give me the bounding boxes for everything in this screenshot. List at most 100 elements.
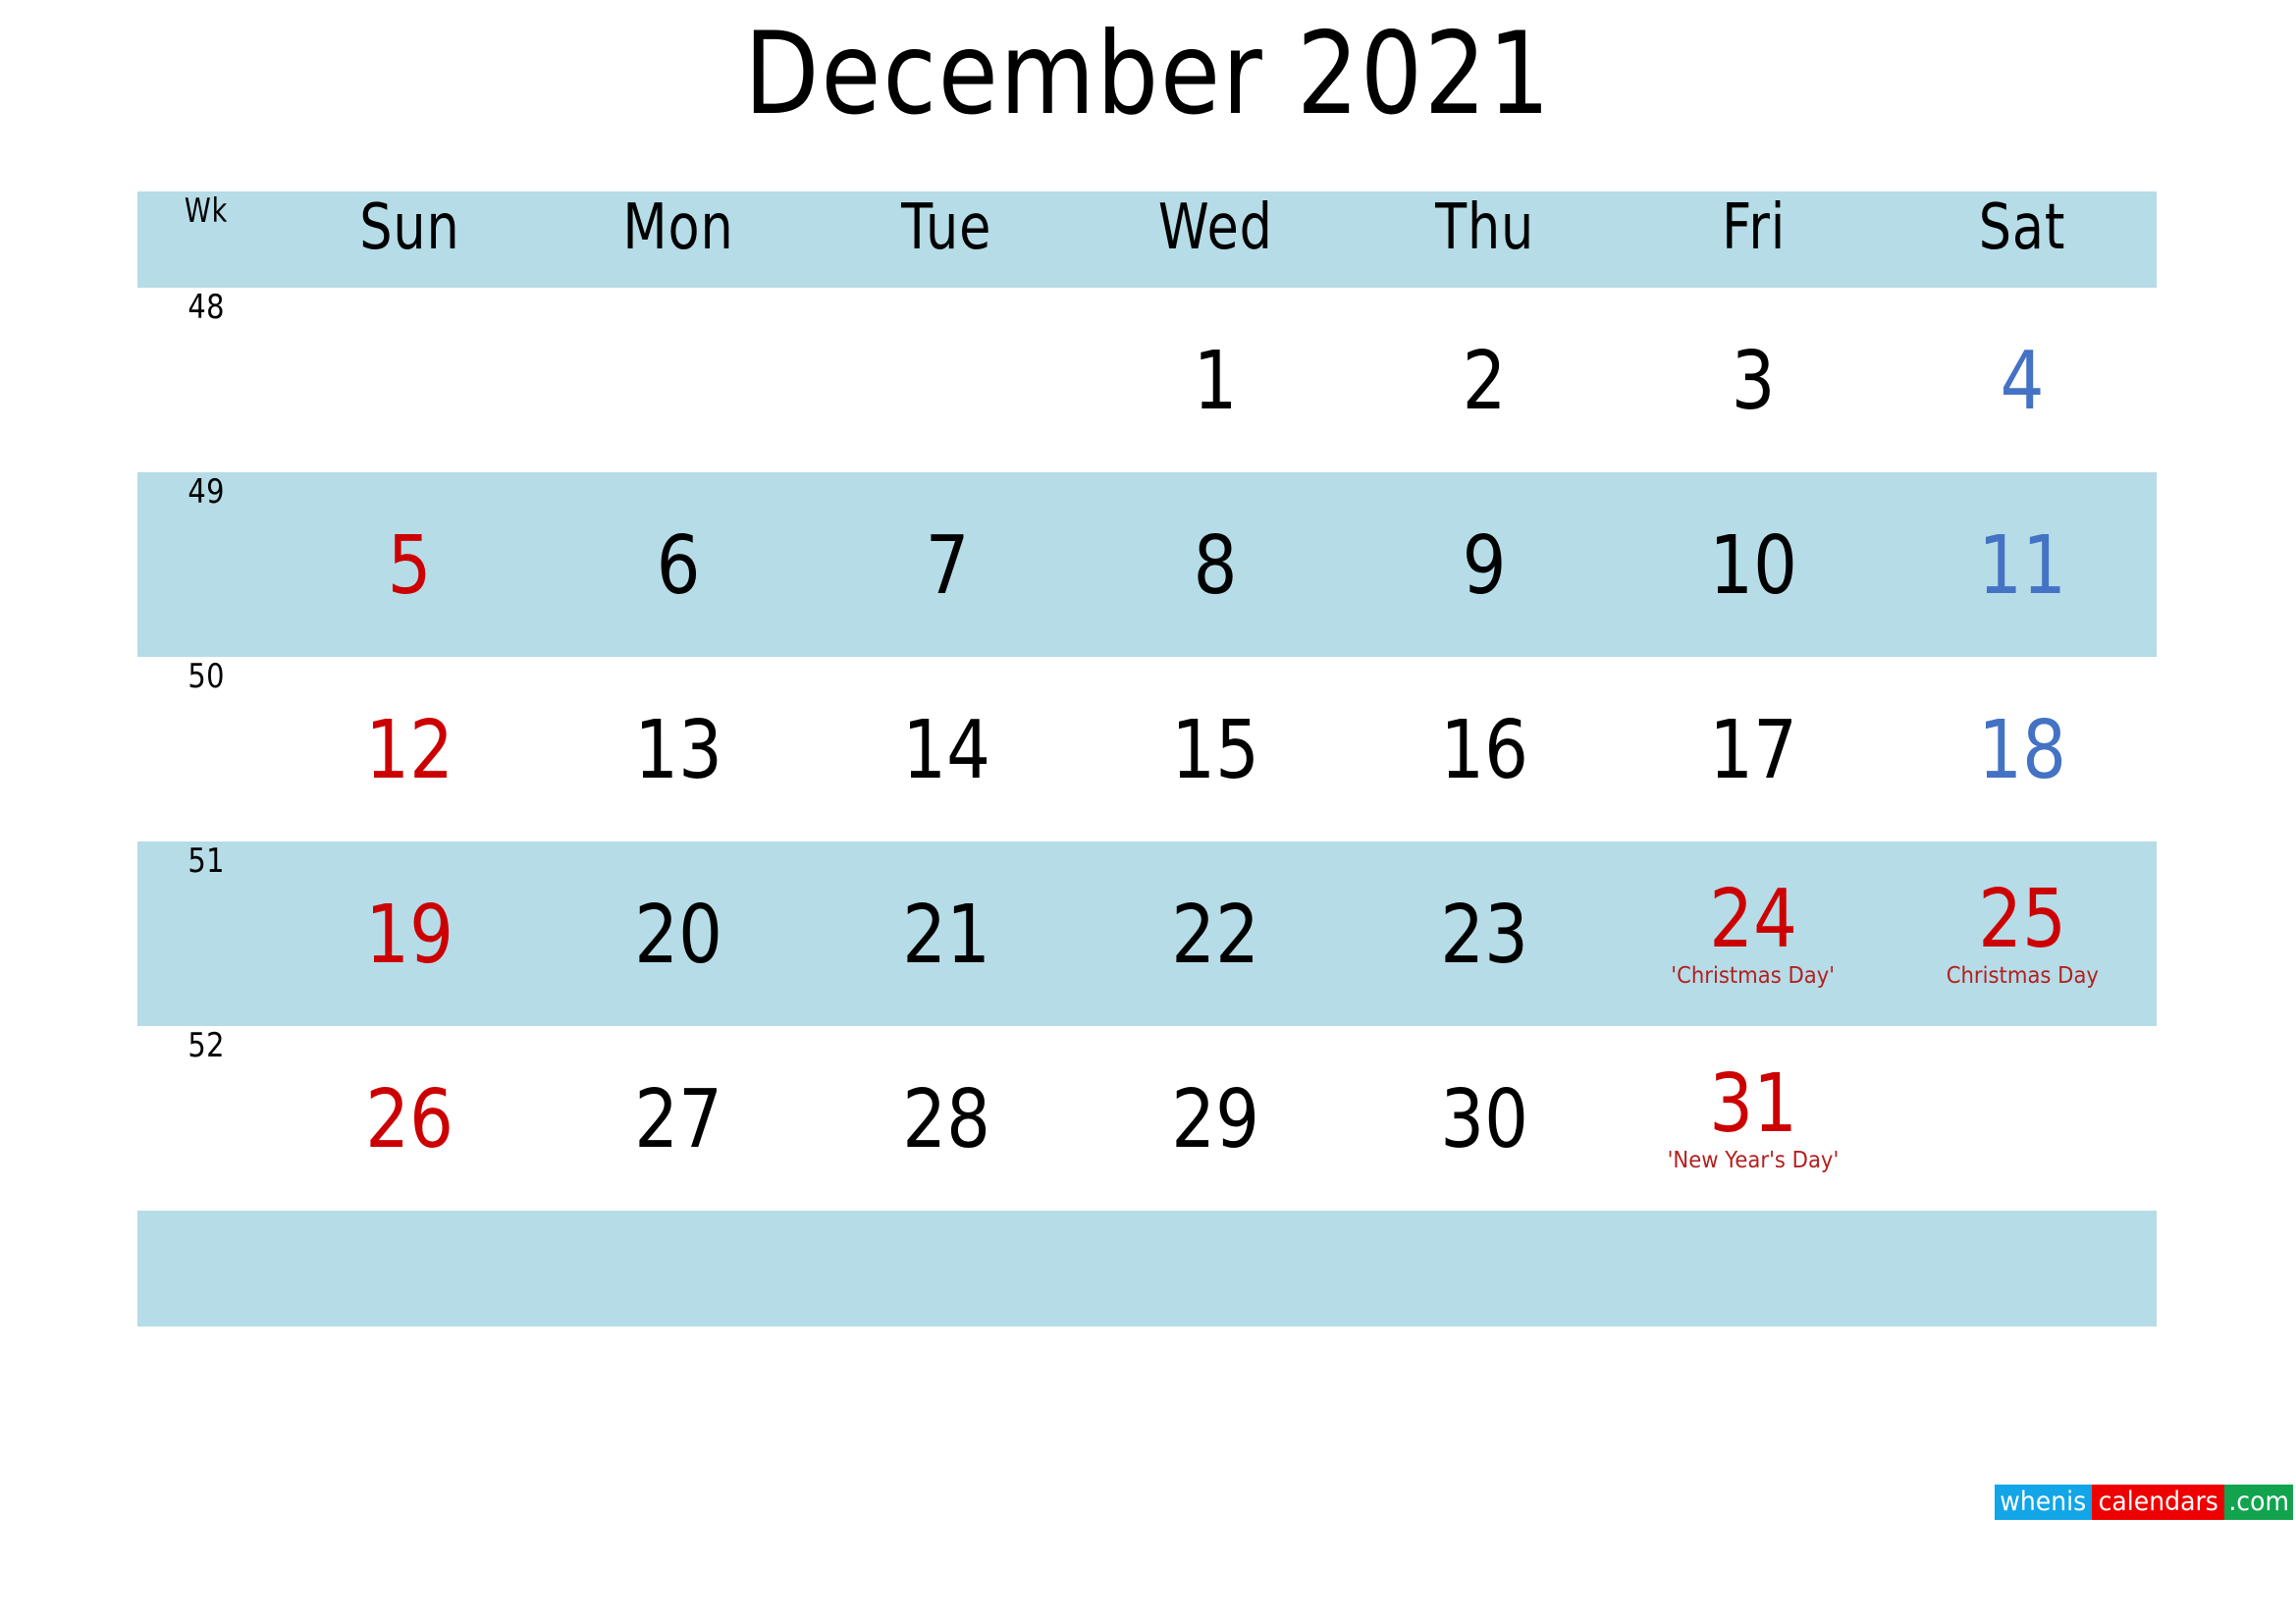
calendar-body: 48 1 2 3 4 49 5 6 7 8 9 10 11 50 12 13 14 15 16 17 18 51 19 20 2… xyxy=(137,288,2157,1211)
day-cell-tue[interactable]: 14 xyxy=(813,657,1082,841)
day-cell-content: 1 xyxy=(1082,288,1351,472)
weekday-header-fri-label: Fri xyxy=(1721,191,1786,264)
day-cell-content: 26 xyxy=(275,1026,544,1211)
trailing-cell-wed xyxy=(1082,1211,1351,1326)
day-cell-tue[interactable]: 21 xyxy=(813,841,1082,1026)
site-logo-red-text: calendars xyxy=(2098,1487,2218,1517)
day-cell-content: 29 xyxy=(1082,1026,1351,1211)
day-cell-thu[interactable]: 16 xyxy=(1350,657,1619,841)
day-cell-content: 23 xyxy=(1350,841,1619,1026)
day-cell-content: 6 xyxy=(544,472,813,657)
day-number: 2 xyxy=(1462,335,1507,429)
day-number: 27 xyxy=(633,1073,722,1167)
day-cell-fri[interactable]: 3 xyxy=(1619,288,1888,472)
day-cell-sun xyxy=(275,288,544,472)
site-logo-green-text: .com xyxy=(2228,1487,2289,1517)
site-logo-part-green: .com xyxy=(2223,1485,2294,1520)
day-cell-tue xyxy=(813,288,1082,472)
day-cell-content: 15 xyxy=(1082,657,1351,841)
day-cell-sun[interactable]: 19 xyxy=(275,841,544,1026)
week-number-cell: 52 xyxy=(137,1026,275,1211)
holiday-note: 'Christmas Day' xyxy=(1671,963,1836,990)
day-cell-sat[interactable]: 25 Christmas Day xyxy=(1888,841,2157,1026)
day-cell-sat[interactable]: 4 xyxy=(1888,288,2157,472)
day-cell-sun[interactable]: 26 xyxy=(275,1026,544,1211)
site-logo-part-red: calendars xyxy=(2091,1485,2224,1520)
weekday-header-thu: Thu xyxy=(1350,191,1619,288)
site-logo-blue-text: whenis xyxy=(2000,1487,2087,1517)
day-cell-sun[interactable]: 5 xyxy=(275,472,544,657)
day-cell-sat[interactable]: 18 xyxy=(1888,657,2157,841)
holiday-note: Christmas Day xyxy=(1946,963,2099,990)
day-cell-content: 27 xyxy=(544,1026,813,1211)
day-cell-fri[interactable]: 24 'Christmas Day' xyxy=(1619,841,1888,1026)
day-cell-content: 28 xyxy=(813,1026,1082,1211)
day-cell-wed[interactable]: 15 xyxy=(1082,657,1351,841)
day-cell-content: 14 xyxy=(813,657,1082,841)
day-number: 6 xyxy=(656,519,701,614)
day-number: 3 xyxy=(1731,335,1776,429)
day-number: 26 xyxy=(365,1073,454,1167)
weekday-header-tue: Tue xyxy=(813,191,1082,288)
day-number: 17 xyxy=(1709,704,1798,798)
day-cell-content xyxy=(1888,1026,2157,1211)
day-number: 31 xyxy=(1709,1057,1798,1152)
day-cell-wed[interactable]: 22 xyxy=(1082,841,1351,1026)
week-number-label: 49 xyxy=(187,472,225,512)
day-cell-mon[interactable]: 20 xyxy=(544,841,813,1026)
day-cell-mon[interactable]: 13 xyxy=(544,657,813,841)
day-cell-content: 20 xyxy=(544,841,813,1026)
day-number: 30 xyxy=(1440,1073,1529,1167)
site-logo[interactable]: whenis calendars .com xyxy=(1995,1485,2294,1520)
day-cell-wed[interactable]: 29 xyxy=(1082,1026,1351,1211)
day-number: 16 xyxy=(1440,704,1529,798)
day-cell-tue[interactable]: 7 xyxy=(813,472,1082,657)
weekday-header-mon: Mon xyxy=(544,191,813,288)
calendar-week-row: 49 5 6 7 8 9 10 11 xyxy=(137,472,2157,657)
week-number-cell: 48 xyxy=(137,288,275,472)
holiday-note: 'New Year's Day' xyxy=(1667,1148,1840,1174)
day-number: 21 xyxy=(902,889,991,983)
day-cell-content: 7 xyxy=(813,472,1082,657)
day-number: 13 xyxy=(633,704,722,798)
day-cell-thu[interactable]: 9 xyxy=(1350,472,1619,657)
day-cell-content: 31 'New Year's Day' xyxy=(1619,1026,1888,1211)
day-cell-wed[interactable]: 8 xyxy=(1082,472,1351,657)
weekday-header-wed-label: Wed xyxy=(1158,191,1273,264)
day-cell-content: 9 xyxy=(1350,472,1619,657)
weekday-header-fri: Fri xyxy=(1619,191,1888,288)
day-number: 10 xyxy=(1709,519,1798,614)
day-cell-thu[interactable]: 30 xyxy=(1350,1026,1619,1211)
week-number-header: Wk xyxy=(184,191,229,231)
day-cell-thu[interactable]: 2 xyxy=(1350,288,1619,472)
day-cell-content: 2 xyxy=(1350,288,1619,472)
weekday-header-mon-label: Mon xyxy=(622,191,734,264)
day-cell-content: 17 xyxy=(1619,657,1888,841)
day-cell-content: 16 xyxy=(1350,657,1619,841)
calendar-week-row: 52 26 27 28 29 30 31 'New Year's Day' xyxy=(137,1026,2157,1211)
day-cell-mon xyxy=(544,288,813,472)
calendar-week-row: 50 12 13 14 15 16 17 18 xyxy=(137,657,2157,841)
day-cell-fri[interactable]: 17 xyxy=(1619,657,1888,841)
day-cell-content xyxy=(813,288,1082,472)
trailing-cell-sat xyxy=(1888,1211,2157,1326)
day-cell-fri[interactable]: 10 xyxy=(1619,472,1888,657)
day-cell-content: 24 'Christmas Day' xyxy=(1619,841,1888,1026)
day-cell-sun[interactable]: 12 xyxy=(275,657,544,841)
week-number-label: 52 xyxy=(187,1026,225,1065)
page-title: December 2021 xyxy=(744,8,1552,140)
day-cell-fri[interactable]: 31 'New Year's Day' xyxy=(1619,1026,1888,1211)
weekday-header-thu-label: Thu xyxy=(1434,191,1534,264)
day-cell-content: 13 xyxy=(544,657,813,841)
day-cell-sat[interactable]: 11 xyxy=(1888,472,2157,657)
week-number-label: 48 xyxy=(187,288,225,327)
day-number: 1 xyxy=(1194,335,1238,429)
day-cell-thu[interactable]: 23 xyxy=(1350,841,1619,1026)
day-cell-tue[interactable]: 28 xyxy=(813,1026,1082,1211)
day-cell-content: 10 xyxy=(1619,472,1888,657)
day-number: 8 xyxy=(1194,519,1238,614)
day-cell-mon[interactable]: 6 xyxy=(544,472,813,657)
weekday-header-sun: Sun xyxy=(275,191,544,288)
day-cell-wed[interactable]: 1 xyxy=(1082,288,1351,472)
day-cell-mon[interactable]: 27 xyxy=(544,1026,813,1211)
